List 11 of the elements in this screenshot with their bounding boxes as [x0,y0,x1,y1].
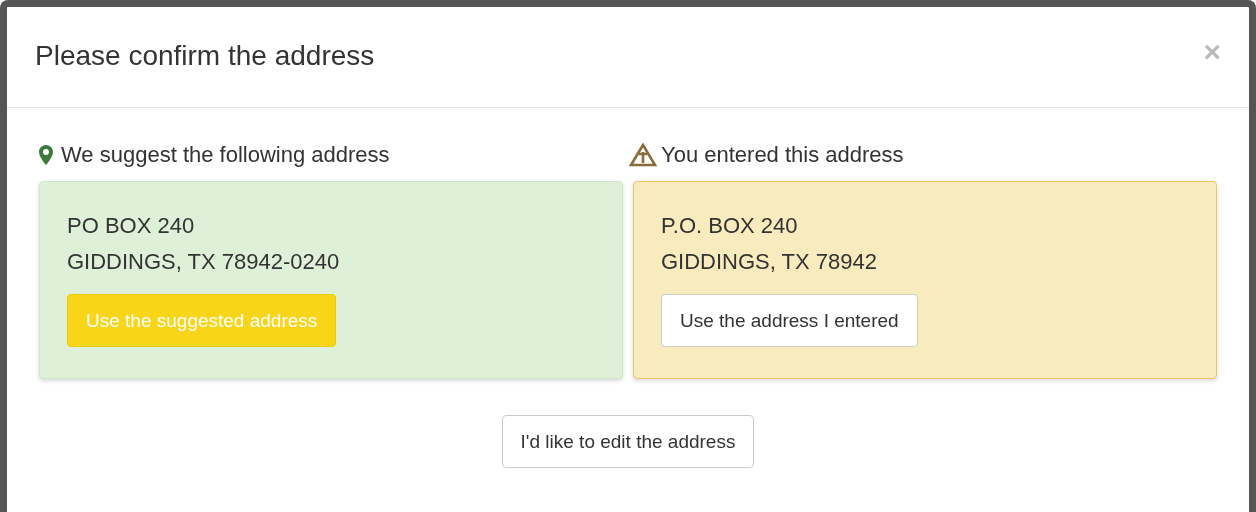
section-heading: You entered this address [661,142,904,168]
edit-address-button[interactable]: I'd like to edit the address [501,415,755,468]
section-heading: We suggest the following address [61,142,390,168]
warning-icon [629,143,657,167]
use-address-button[interactable]: Use the address I entered [661,294,918,347]
map-pin-icon [39,145,53,165]
address-line: GIDDINGS, TX 78942 [661,248,877,276]
address-line: P.O. BOX 240 [661,212,798,240]
address-line: PO BOX 240 [67,212,195,240]
dialog-title: Please confirm the address [35,40,375,72]
address-line: GIDDINGS, TX 78942-0240 [67,248,340,276]
